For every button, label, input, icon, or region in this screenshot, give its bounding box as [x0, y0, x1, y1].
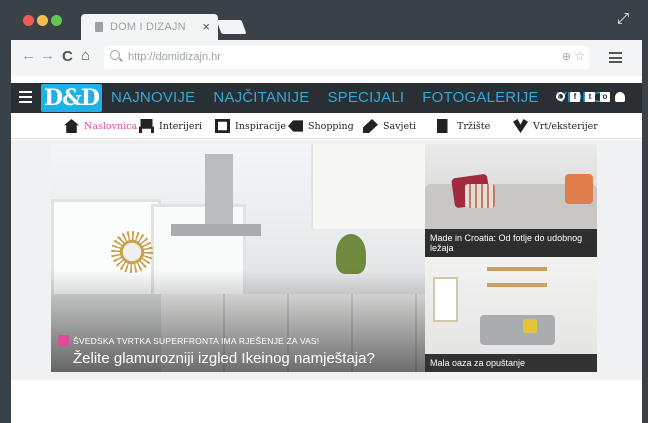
nav-icons: f t o: [556, 92, 625, 102]
new-tab-button[interactable]: [216, 20, 247, 34]
hero-article[interactable]: ŠVEDSKA TVRTKA SUPERFRONTA IMA RJEŠENJE …: [51, 144, 425, 372]
menu-item-fotogalerije[interactable]: FOTOGALERIJE: [422, 83, 538, 113]
page-viewport: D&D NAJNOVIJE NAJČITANIJE SPECIJALI FOTO…: [11, 76, 642, 423]
card-image-pillow: [565, 174, 593, 204]
plant-icon: [513, 119, 528, 133]
subnav-item-inspiracije[interactable]: Inspiracije: [215, 119, 286, 133]
tab-close-icon[interactable]: ×: [202, 19, 210, 34]
frame-icon: [215, 119, 230, 133]
subnav-label: Interijeri: [159, 120, 203, 132]
user-icon[interactable]: [615, 92, 625, 102]
card-image-sofa: [480, 315, 555, 345]
house-icon: [64, 119, 79, 133]
subnav-label: Inspiracije: [235, 120, 286, 132]
subnav-label: Naslovnica: [84, 120, 138, 132]
window-titlebar: DOM I DIZAJN × ⤢: [0, 0, 648, 40]
reload-button[interactable]: C: [62, 48, 73, 65]
card-caption[interactable]: Made in Croatia: Od fotlje do udobnog le…: [425, 229, 597, 257]
search-icon[interactable]: [556, 92, 565, 101]
main-menu: NAJNOVIJE NAJČITANIJE SPECIJALI FOTOGALE…: [111, 83, 622, 113]
close-window-button[interactable]: [23, 15, 34, 26]
category-marker: [58, 335, 69, 346]
card-caption[interactable]: Mala oaza za opuštanje: [425, 354, 597, 372]
browser-menu-button[interactable]: [609, 52, 622, 63]
browser-toolbar: ← → C ⌂ http://domidizajn.hr ⊕ ☆: [11, 40, 642, 76]
browser-tab[interactable]: DOM I DIZAJN ×: [81, 14, 218, 40]
address-bar[interactable]: http://domidizajn.hr ⊕ ☆: [104, 46, 589, 69]
facebook-icon[interactable]: f: [570, 92, 580, 102]
site-logo[interactable]: D&D: [41, 84, 102, 112]
url-text[interactable]: http://domidizajn.hr: [128, 51, 221, 63]
forward-button[interactable]: →: [40, 47, 55, 64]
logo-text: D&D: [43, 85, 100, 111]
zoom-icon[interactable]: ⊕: [562, 50, 571, 63]
subnav-item-savjeti[interactable]: Savjeti: [363, 119, 416, 133]
side-article-card[interactable]: Made in Croatia: Od fotlje do udobnog le…: [425, 144, 597, 257]
card-image-pillow: [523, 319, 537, 333]
menu-item-najcitanije[interactable]: NAJČITANIJE: [213, 83, 309, 113]
card-image-frame: [433, 277, 458, 322]
subnav-label: Vrt/eksterijer: [533, 120, 598, 132]
category-nav: Naslovnica Interijeri Inspiracije Shoppi…: [11, 113, 642, 139]
bookmark-star-icon[interactable]: ☆: [574, 49, 585, 63]
instagram-icon[interactable]: o: [600, 92, 610, 102]
card-image-shelf: [487, 283, 547, 287]
tools-icon: [363, 119, 378, 133]
chair-icon: [139, 119, 154, 133]
subnav-item-interijeri[interactable]: Interijeri: [139, 119, 202, 133]
side-article-card[interactable]: Mala oaza za opuštanje: [425, 257, 597, 372]
subnav-item-vrt-eksterijer[interactable]: Vrt/eksterijer: [513, 119, 598, 133]
hero-headline[interactable]: Želite glamurozniji izgled Ikeinog namje…: [73, 350, 375, 367]
hero-kicker[interactable]: ŠVEDSKA TVRTKA SUPERFRONTA IMA RJEŠENJE …: [73, 336, 319, 346]
subnav-label: Tržište: [457, 120, 491, 132]
subnav-item-naslovnica[interactable]: Naslovnica: [64, 119, 137, 133]
page-icon: [95, 22, 103, 32]
home-button[interactable]: ⌂: [81, 47, 90, 64]
twitter-icon[interactable]: t: [585, 92, 595, 102]
minimize-window-button[interactable]: [37, 15, 48, 26]
card-image-shelf: [487, 267, 547, 271]
menu-item-specijali[interactable]: SPECIJALI: [327, 83, 404, 113]
card-image-pillow: [465, 184, 495, 208]
search-icon: [110, 50, 120, 60]
top-strip: [11, 76, 642, 83]
fullscreen-icon[interactable]: ⤢: [617, 10, 635, 28]
subnav-item-shopping[interactable]: Shopping: [288, 119, 354, 133]
tab-title: DOM I DIZAJN: [110, 21, 186, 33]
subnav-label: Shopping: [308, 120, 354, 132]
chart-icon: [437, 119, 448, 133]
tag-icon: [288, 120, 303, 132]
menu-item-najnovije[interactable]: NAJNOVIJE: [111, 83, 195, 113]
maximize-window-button[interactable]: [51, 15, 62, 26]
subnav-item-trziste[interactable]: Tržište: [437, 119, 490, 133]
hamburger-menu-icon[interactable]: [19, 91, 32, 103]
site-navbar: D&D NAJNOVIJE NAJČITANIJE SPECIJALI FOTO…: [11, 83, 642, 113]
back-button[interactable]: ←: [21, 47, 36, 64]
subnav-label: Savjeti: [383, 120, 416, 132]
